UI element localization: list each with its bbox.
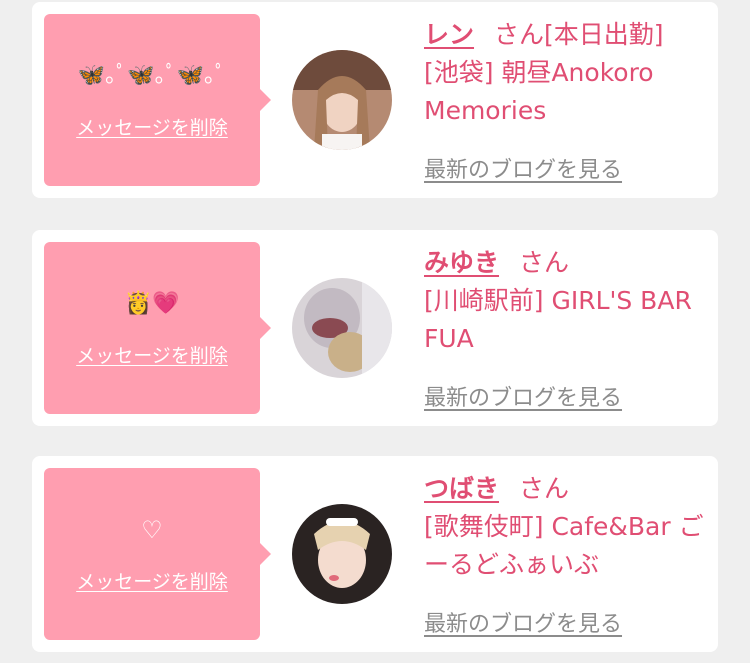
message-card: 🦋｡ﾟ🦋｡ﾟ🦋｡ﾟ メッセージを削除 レン さん[本日出勤] [池袋] 朝昼Ano… <box>32 2 718 198</box>
card-info: つばき さん [歌舞伎町] Cafe&Bar ごーるどふぁいぶ <box>424 470 714 584</box>
message-bubble: ♡ メッセージを削除 <box>44 468 271 640</box>
honorific: さん <box>494 20 545 49</box>
shop-name: [池袋] 朝昼Anokoro Memories <box>424 58 654 125</box>
latest-blog-link[interactable]: 最新のブログを見る <box>424 606 622 638</box>
avatar[interactable] <box>292 50 392 150</box>
message-card: ♡ メッセージを削除 つばき さん [歌舞伎町] Cafe&Bar ごーるどふぁい… <box>32 456 718 652</box>
avatar[interactable] <box>292 278 392 378</box>
delete-message-link[interactable]: メッセージを削除 <box>76 113 228 140</box>
shop-name: [歌舞伎町] Cafe&Bar ごーるどふぁいぶ <box>424 512 704 579</box>
message-text: 👸💗 <box>124 290 180 316</box>
message-bubble: 👸💗 メッセージを削除 <box>44 242 271 414</box>
message-text: ♡ <box>141 515 163 544</box>
work-status: [本日出勤] <box>544 20 664 49</box>
message-bubble: 🦋｡ﾟ🦋｡ﾟ🦋｡ﾟ メッセージを削除 <box>44 14 271 186</box>
honorific: さん <box>519 248 570 277</box>
cast-name-link[interactable]: レン <box>424 20 474 49</box>
shop-name: [川崎駅前] GIRL'S BAR FUA <box>424 286 692 353</box>
message-text: 🦋｡ﾟ🦋｡ﾟ🦋｡ﾟ <box>77 62 227 88</box>
honorific: さん <box>519 474 570 503</box>
card-info: みゆき さん [川崎駅前] GIRL'S BAR FUA <box>424 244 714 358</box>
card-info: レン さん[本日出勤] [池袋] 朝昼Anokoro Memories <box>424 16 714 130</box>
delete-message-link[interactable]: メッセージを削除 <box>76 341 228 368</box>
message-list: 🦋｡ﾟ🦋｡ﾟ🦋｡ﾟ メッセージを削除 レン さん[本日出勤] [池袋] 朝昼Ano… <box>0 0 750 663</box>
message-card: 👸💗 メッセージを削除 みゆき さん [川崎駅前] GIRL'S BAR FUA … <box>32 230 718 426</box>
avatar[interactable] <box>292 504 392 604</box>
latest-blog-link[interactable]: 最新のブログを見る <box>424 380 622 412</box>
latest-blog-link[interactable]: 最新のブログを見る <box>424 152 622 184</box>
delete-message-link[interactable]: メッセージを削除 <box>76 567 228 594</box>
cast-name-link[interactable]: つばき <box>424 474 499 503</box>
cast-name-link[interactable]: みゆき <box>424 248 499 277</box>
